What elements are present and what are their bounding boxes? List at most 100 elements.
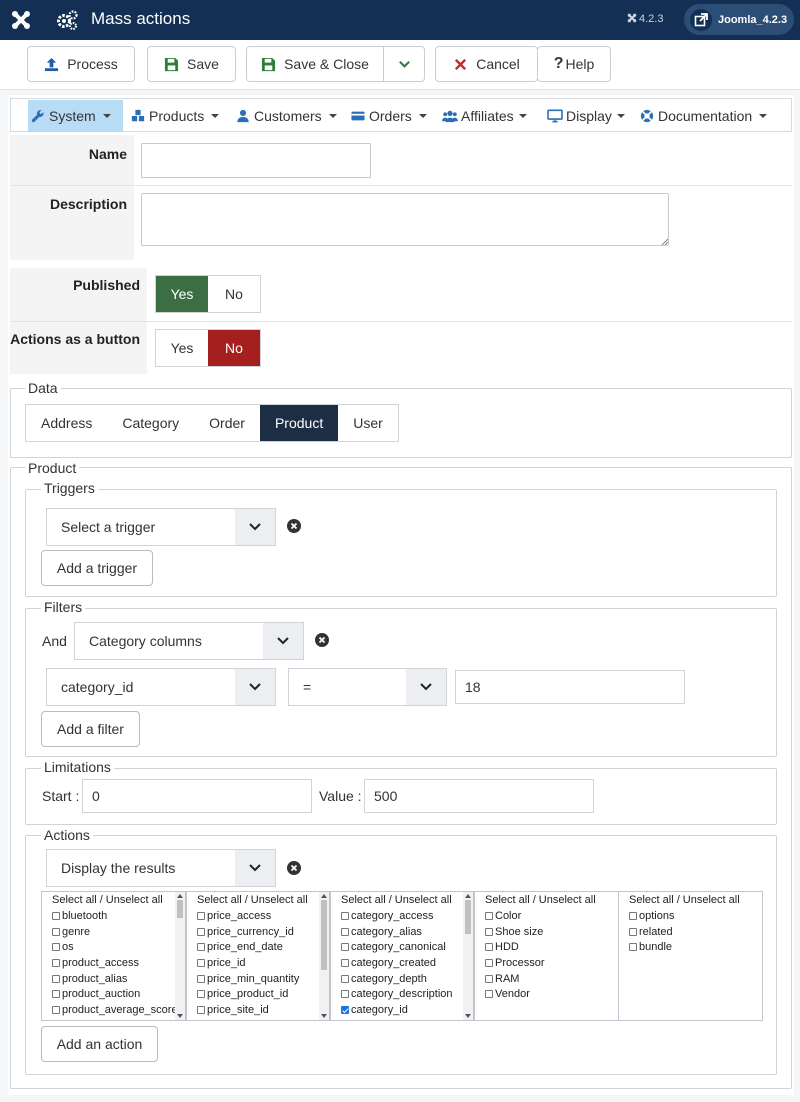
column-option[interactable]: category_id — [331, 1002, 473, 1018]
option-checkbox[interactable] — [341, 911, 349, 920]
option-checkbox[interactable] — [485, 990, 493, 999]
option-checkbox[interactable] — [485, 943, 493, 952]
column-option[interactable]: product_auction — [42, 986, 185, 1002]
action-select[interactable]: Display the results — [46, 849, 276, 887]
option-checkbox[interactable] — [629, 927, 637, 936]
add-trigger-button[interactable]: Add a trigger — [41, 550, 153, 586]
column-listbox[interactable]: Select all / Unselect all bluetooth genre o… — [41, 891, 186, 1021]
option-checkbox[interactable] — [52, 1005, 60, 1014]
actions-as-button-toggle[interactable]: Yes No — [155, 329, 261, 367]
scroll-down-icon[interactable] — [321, 1014, 327, 1018]
option-checkbox[interactable] — [485, 911, 493, 920]
option-checkbox[interactable] — [197, 943, 205, 952]
option-checkbox[interactable] — [197, 974, 205, 983]
option-checkbox[interactable] — [52, 911, 60, 920]
select-all-toggle[interactable]: Select all / Unselect all — [187, 892, 329, 908]
tab-user[interactable]: User — [338, 405, 398, 441]
add-filter-button[interactable]: Add a filter — [41, 711, 140, 747]
column-option[interactable]: category_description — [331, 986, 473, 1002]
site-link-button[interactable]: Joomla_4.2.3 — [684, 4, 794, 35]
select-all-toggle[interactable]: Select all / Unselect all — [42, 892, 185, 908]
description-textarea[interactable] — [141, 193, 669, 246]
joomla-logo-icon[interactable] — [10, 9, 32, 31]
column-listbox[interactable]: Select all / Unselect all options related b… — [618, 891, 763, 1021]
save-button[interactable]: Save — [147, 46, 236, 82]
save-close-button[interactable]: Save & Close — [246, 46, 384, 82]
menu-item-orders[interactable]: Orders — [348, 100, 430, 132]
filter-value-input[interactable]: 18 — [455, 670, 685, 704]
column-option[interactable]: Color — [475, 908, 618, 924]
option-checkbox[interactable] — [629, 943, 637, 952]
cancel-button[interactable]: Cancel — [435, 46, 538, 82]
column-option[interactable]: price_site_id — [187, 1002, 329, 1018]
column-option[interactable]: price_product_id — [187, 986, 329, 1002]
column-option[interactable]: product_access — [42, 955, 185, 971]
start-input[interactable]: 0 — [82, 779, 312, 813]
scroll-up-icon[interactable] — [177, 894, 183, 898]
trigger-select[interactable]: Select a trigger — [46, 508, 276, 546]
option-checkbox[interactable] — [485, 958, 493, 967]
tab-address[interactable]: Address — [26, 405, 107, 441]
option-checkbox[interactable] — [341, 958, 349, 967]
column-option[interactable]: price_id — [187, 955, 329, 971]
value-input[interactable]: 500 — [364, 779, 594, 813]
column-option[interactable]: category_access — [331, 908, 473, 924]
filter-operator-select[interactable]: = — [288, 668, 447, 706]
column-option[interactable]: price_end_date — [187, 939, 329, 955]
tab-category[interactable]: Category — [107, 405, 194, 441]
column-listbox[interactable]: Select all / Unselect all price_accesspri… — [186, 891, 330, 1021]
column-option[interactable]: os — [42, 939, 185, 955]
listbox-scrollbar[interactable] — [175, 892, 185, 1020]
option-checkbox[interactable] — [52, 974, 60, 983]
menu-item-documentation[interactable]: Documentation — [637, 100, 770, 132]
option-checkbox[interactable] — [341, 990, 349, 999]
as-button-no-option[interactable]: No — [208, 330, 260, 366]
add-action-button[interactable]: Add an action — [41, 1026, 158, 1062]
menu-item-affiliates[interactable]: Affiliates — [438, 100, 530, 132]
option-checkbox[interactable] — [52, 958, 60, 967]
option-checkbox[interactable] — [52, 943, 60, 952]
column-option[interactable]: price_access — [187, 908, 329, 924]
option-checkbox[interactable] — [341, 1005, 349, 1014]
option-checkbox[interactable] — [197, 958, 205, 967]
listbox-scrollbar[interactable] — [463, 892, 473, 1020]
column-option[interactable]: Shoe size — [475, 924, 618, 940]
name-input[interactable] — [141, 143, 371, 178]
listbox-scrollbar[interactable] — [319, 892, 329, 1020]
column-option[interactable]: product_average_score — [42, 1002, 185, 1018]
option-checkbox[interactable] — [341, 927, 349, 936]
column-option[interactable]: genre — [42, 924, 185, 940]
option-checkbox[interactable] — [629, 911, 637, 920]
process-button[interactable]: Process — [27, 46, 135, 82]
published-no-option[interactable]: No — [208, 276, 260, 312]
scroll-thumb[interactable] — [465, 900, 471, 934]
scroll-down-icon[interactable] — [465, 1014, 471, 1018]
scroll-thumb[interactable] — [177, 900, 183, 918]
menu-item-display[interactable]: Display — [543, 100, 628, 132]
column-option[interactable]: Vendor — [475, 986, 618, 1002]
column-option[interactable]: category_depth — [331, 971, 473, 987]
published-toggle[interactable]: Yes No — [155, 275, 261, 313]
select-all-toggle[interactable]: Select all / Unselect all — [331, 892, 473, 908]
column-option[interactable]: category_created — [331, 955, 473, 971]
option-checkbox[interactable] — [197, 990, 205, 999]
remove-trigger-icon[interactable] — [287, 519, 301, 533]
save-dropdown-toggle[interactable] — [383, 46, 425, 82]
option-checkbox[interactable] — [197, 927, 205, 936]
menu-item-system[interactable]: System — [28, 100, 123, 132]
option-checkbox[interactable] — [485, 974, 493, 983]
resize-grip-icon[interactable] — [661, 238, 668, 245]
option-checkbox[interactable] — [341, 943, 349, 952]
option-checkbox[interactable] — [341, 974, 349, 983]
as-button-yes-option[interactable]: Yes — [156, 330, 208, 366]
filter-group-select[interactable]: Category columns — [74, 622, 304, 660]
scroll-down-icon[interactable] — [177, 1014, 183, 1018]
column-option[interactable]: price_min_quantity — [187, 971, 329, 987]
scroll-up-icon[interactable] — [465, 894, 471, 898]
option-checkbox[interactable] — [52, 990, 60, 999]
column-listbox[interactable]: Select all / Unselect all Color Shoe size H… — [474, 891, 619, 1021]
column-option[interactable]: options — [619, 908, 762, 924]
remove-action-icon[interactable] — [287, 861, 301, 875]
published-yes-option[interactable]: Yes — [156, 276, 208, 312]
option-checkbox[interactable] — [197, 911, 205, 920]
